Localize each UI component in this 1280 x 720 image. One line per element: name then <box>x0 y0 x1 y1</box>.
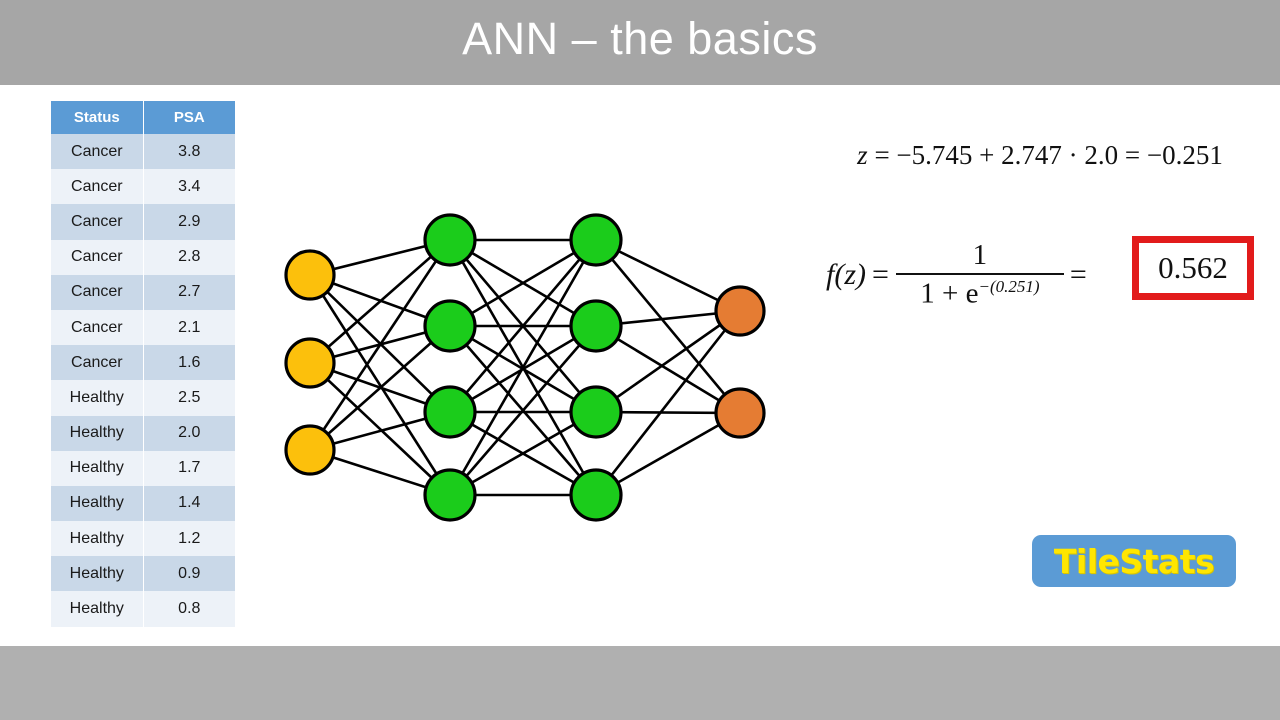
cell-status: Cancer <box>51 204 143 240</box>
result-highlight-box: 0.562 <box>1132 236 1254 300</box>
cell-psa: 1.6 <box>143 345 235 381</box>
node-output-layer-2 <box>714 387 766 439</box>
node-hidden-layer-1-4 <box>423 468 477 522</box>
page-title: ANN – the basics <box>462 13 818 64</box>
result-value: 0.562 <box>1158 250 1228 285</box>
neural-network-diagram <box>270 195 790 540</box>
cell-status: Healthy <box>51 485 143 522</box>
table-row: Healthy 2.5 <box>51 380 235 416</box>
table-row: Healthy 1.7 <box>51 450 235 486</box>
node-hidden-layer-2-4 <box>569 468 623 522</box>
table-row: Healthy 0.9 <box>51 556 235 592</box>
table-row: Cancer 2.8 <box>51 239 235 275</box>
bottom-banner <box>0 646 1280 720</box>
equation-z-expression: = −5.745 + 2.747 · 2.0 = −0.251 <box>874 140 1223 170</box>
node-input-layer-2 <box>284 337 336 389</box>
cell-psa: 1.7 <box>143 450 235 486</box>
node-hidden-layer-2-3 <box>569 385 623 439</box>
table-body: Cancer 3.8 Cancer 3.4 Cancer 2.9 Cancer 2.8 Canc… <box>51 134 235 627</box>
cell-psa: 2.7 <box>143 274 235 310</box>
cell-psa: 1.4 <box>143 485 235 522</box>
cell-psa: 3.4 <box>143 169 235 205</box>
equation-z: z = −5.745 + 2.747 · 2.0 = −0.251 <box>820 140 1260 171</box>
cell-status: Cancer <box>51 134 143 170</box>
psa-data-table: Status PSA Cancer 3.8 Cancer 3.4 Cancer 2.9 Ca… <box>50 101 236 627</box>
sigmoid-denominator-exponent: −(0.251) <box>978 277 1040 297</box>
sigmoid-fraction: 1 1 + e−(0.251) <box>895 239 1064 309</box>
table-row: Cancer 2.9 <box>51 204 235 240</box>
column-header-psa: PSA <box>143 101 235 134</box>
cell-status: Cancer <box>51 169 143 205</box>
table-row: Cancer 2.1 <box>51 309 235 346</box>
column-header-status: Status <box>51 101 143 134</box>
logo-text: TileStats <box>1053 541 1215 581</box>
sigmoid-left-hand-side: f(z) <box>826 258 866 291</box>
cell-status: Healthy <box>51 521 143 557</box>
table-header-row: Status PSA <box>51 101 235 134</box>
table-row: Cancer 3.8 <box>51 134 235 170</box>
cell-psa: 2.8 <box>143 239 235 275</box>
cell-psa: 1.2 <box>143 521 235 557</box>
slide-canvas: ANN – the basics Status PSA Cancer 3.8 Can… <box>0 0 1280 720</box>
cell-psa: 2.0 <box>143 415 235 451</box>
cell-status: Healthy <box>51 450 143 486</box>
cell-psa: 0.9 <box>143 556 235 592</box>
table-row: Cancer 3.4 <box>51 169 235 205</box>
node-hidden-layer-1-3 <box>423 385 477 439</box>
sigmoid-second-equals-sign: = <box>1069 258 1087 291</box>
sigmoid-equals-sign: = <box>872 258 889 291</box>
top-banner: ANN – the basics <box>0 0 1280 85</box>
sigmoid-denominator: 1 + e−(0.251) <box>920 275 1039 309</box>
cell-psa: 3.8 <box>143 134 235 170</box>
node-input-layer-1 <box>284 249 336 301</box>
node-output-layer-1 <box>714 285 766 337</box>
node-hidden-layer-2-1 <box>569 213 623 267</box>
sigmoid-denominator-base: 1 + e <box>920 278 979 311</box>
equation-z-variable: z <box>857 140 868 170</box>
cell-status: Healthy <box>51 556 143 592</box>
cell-psa: 0.8 <box>143 591 235 627</box>
cell-status: Cancer <box>51 309 143 346</box>
table-row: Healthy 0.8 <box>51 591 235 627</box>
cell-psa: 2.1 <box>143 309 235 346</box>
node-hidden-layer-2-2 <box>569 299 623 353</box>
tilestats-logo: TileStats <box>1032 535 1236 587</box>
table-header: Status PSA <box>51 101 235 134</box>
cell-status: Healthy <box>51 591 143 627</box>
cell-status: Cancer <box>51 274 143 310</box>
node-input-layer-3 <box>284 424 336 476</box>
network-svg <box>284 213 766 522</box>
table-row: Healthy 1.4 <box>51 485 235 522</box>
cell-status: Cancer <box>51 239 143 275</box>
table-row: Healthy 1.2 <box>51 521 235 557</box>
cell-status: Cancer <box>51 345 143 381</box>
cell-psa: 2.9 <box>143 204 235 240</box>
node-hidden-layer-1-1 <box>423 213 477 267</box>
cell-status: Healthy <box>51 415 143 451</box>
table-row: Cancer 1.6 <box>51 345 235 381</box>
table-row: Cancer 2.7 <box>51 274 235 310</box>
cell-psa: 2.5 <box>143 380 235 416</box>
table-row: Healthy 2.0 <box>51 415 235 451</box>
sigmoid-numerator: 1 <box>972 239 988 272</box>
node-hidden-layer-1-2 <box>423 299 477 353</box>
cell-status: Healthy <box>51 380 143 416</box>
